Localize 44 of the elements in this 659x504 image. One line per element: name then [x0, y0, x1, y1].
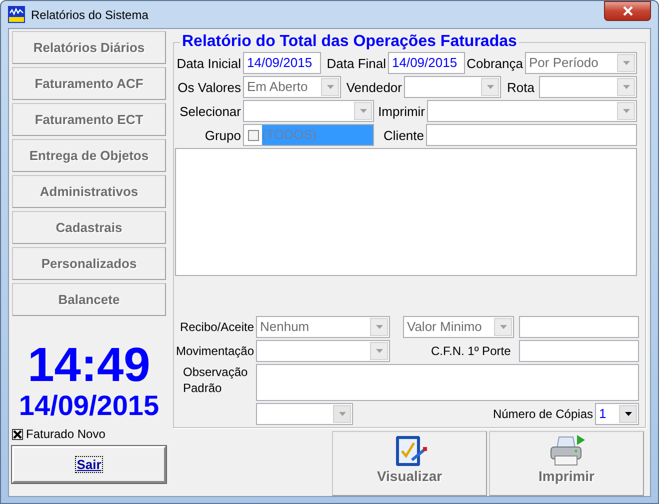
field-label: Recibo/Aceite — [178, 319, 255, 335]
caret-icon — [500, 325, 506, 329]
field-label: Imprimir — [377, 104, 426, 118]
input-field[interactable] — [426, 124, 637, 146]
caret-icon — [486, 85, 494, 89]
caret-icon — [376, 349, 382, 353]
field-label: C.F.N. 1º Porte — [431, 343, 511, 359]
checkbox[interactable] — [12, 428, 23, 440]
caret-icon — [624, 412, 632, 416]
field-label: Os Valores — [176, 80, 242, 94]
field-label: Data Inicial — [176, 56, 242, 70]
checkbox[interactable] — [248, 130, 259, 140]
field-label: Data Final — [326, 56, 387, 70]
input-field[interactable]: 14/09/2015 — [388, 52, 465, 74]
caret-icon — [622, 61, 630, 65]
field-label: Rota — [506, 80, 536, 94]
group-title: Relatório do Total das Operações Faturadas — [180, 32, 519, 51]
caret-icon — [360, 109, 366, 113]
checkbox-label: Faturado Novo — [26, 427, 106, 441]
clock-time: 14:49 — [26, 343, 152, 389]
input-field[interactable]: 14/09/2015 — [243, 52, 321, 74]
input-field[interactable] — [519, 316, 639, 338]
caret-icon — [376, 325, 382, 329]
caret-icon — [622, 85, 630, 89]
field-label: Vendedor — [345, 80, 403, 94]
field-label: Número de Cópias — [492, 406, 594, 422]
app-icon — [8, 6, 25, 23]
window-title: Relatórios do Sistema — [31, 8, 150, 22]
dropdown[interactable]: 1 — [595, 403, 639, 425]
field-label: Cliente — [382, 128, 425, 142]
field-label: Observação Padrão — [182, 364, 249, 396]
field-label: Selecionar — [178, 104, 242, 118]
close-button[interactable] — [604, 0, 651, 20]
field-label: Movimentação — [175, 343, 255, 359]
caret-icon — [622, 109, 630, 113]
text-area[interactable] — [256, 364, 639, 401]
caret-icon — [338, 412, 346, 416]
field-label: Grupo — [204, 128, 242, 142]
close-icon — [622, 6, 634, 16]
caret-icon — [326, 85, 334, 89]
field-label: Cobrança — [466, 56, 524, 70]
clock-date: 14/09/2015 — [18, 390, 160, 422]
exit-button[interactable]: Sair — [12, 446, 166, 483]
input-field[interactable] — [519, 340, 639, 362]
